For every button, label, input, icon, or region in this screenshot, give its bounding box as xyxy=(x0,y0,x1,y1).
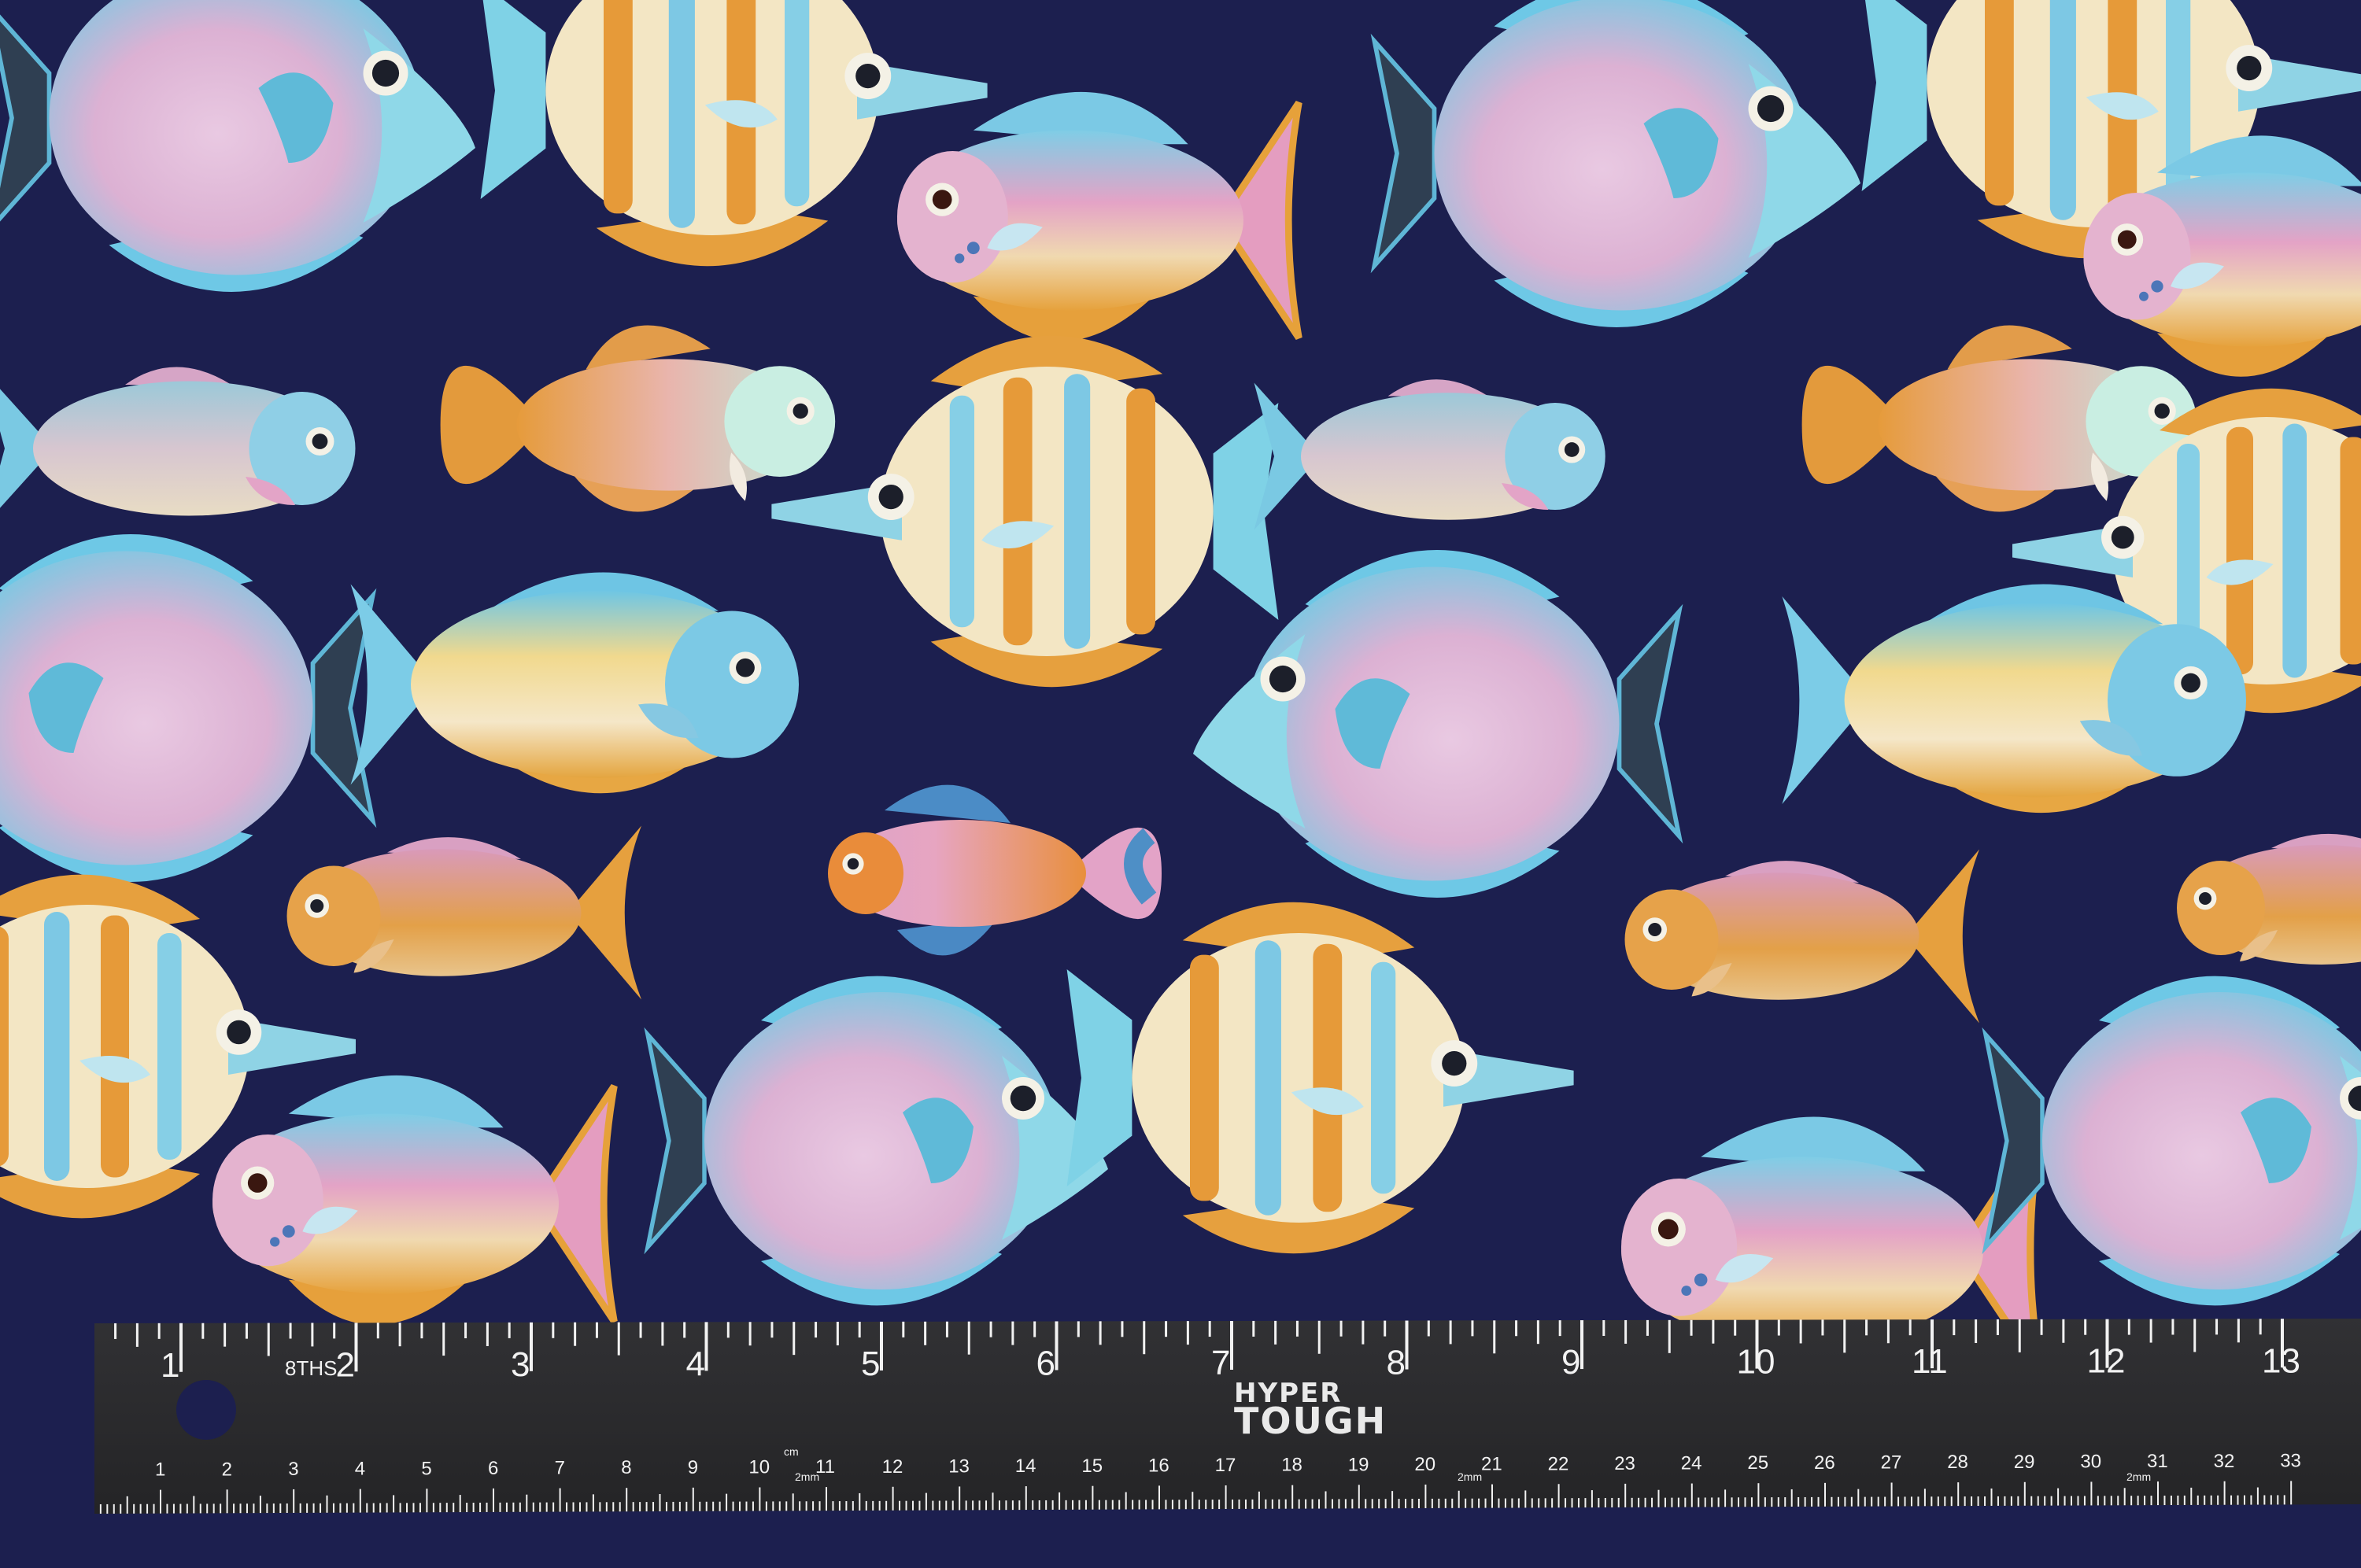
inch-label: 9 xyxy=(1561,1343,1580,1382)
inch-label: 2 xyxy=(336,1345,355,1384)
cm-label: 6 xyxy=(488,1458,498,1479)
inch-label: 6 xyxy=(1036,1345,1055,1383)
inch-label: 7 xyxy=(1211,1344,1230,1382)
cm-label: 14 xyxy=(1015,1455,1036,1477)
inch-label: 3 xyxy=(511,1345,530,1384)
fabric-photo: 1 2 3 4 5 6 7 8 9 10 11 12 13 1 2 3 4 5 6 7 8 9 10 11 12 13 14 15 16… xyxy=(0,0,2361,1568)
cm-label: 23 xyxy=(1614,1453,1635,1474)
cm-label: 4 xyxy=(355,1459,365,1480)
cm-label: 24 xyxy=(1681,1453,1702,1474)
cm-label: 1 xyxy=(155,1459,165,1481)
cm-label: 12 xyxy=(882,1456,903,1478)
ruler-eighths-label: 8THS xyxy=(285,1356,337,1380)
cm-label: 5 xyxy=(421,1458,431,1479)
cm-label: 30 xyxy=(2080,1451,2101,1472)
cm-label: 28 xyxy=(1947,1452,1968,1473)
ruler: 1 2 3 4 5 6 7 8 9 10 11 12 131 2 3 4 5 6 7 8 9 10 11 12 13 14 15 16… xyxy=(94,1319,2361,1514)
cm-label: 10 xyxy=(748,1457,770,1478)
cm-label: 18 xyxy=(1281,1455,1302,1476)
cm-label: 26 xyxy=(1814,1452,1835,1474)
cm-label: 22 xyxy=(1548,1453,1569,1474)
ruler-brand-bottom: TOUGH xyxy=(1234,1400,1387,1442)
cm-label: 19 xyxy=(1348,1454,1369,1475)
cm-label: 7 xyxy=(555,1458,565,1479)
inch-label: 13 xyxy=(2262,1341,2300,1380)
cm-label: 17 xyxy=(1215,1455,1236,1476)
inch-label: 5 xyxy=(861,1345,880,1383)
cm-label: 13 xyxy=(948,1455,970,1477)
ruler-mm-label-2: 2mm xyxy=(1458,1470,1482,1483)
inch-label: 8 xyxy=(1387,1344,1406,1382)
cm-label: 31 xyxy=(2147,1451,2168,1472)
ruler-hang-hole xyxy=(176,1380,236,1440)
cm-label: 3 xyxy=(288,1459,298,1480)
inch-label: 10 xyxy=(1737,1343,1775,1382)
cm-label: 21 xyxy=(1481,1454,1502,1475)
ruler-mm-label: 2mm xyxy=(795,1470,819,1483)
fabric-canvas: 1 2 3 4 5 6 7 8 9 10 11 12 131 2 3 4 5 6 7 8 9 10 11 12 13 14 15 16… xyxy=(0,0,2361,1568)
ruler-mm-label-3: 2mm xyxy=(2126,1470,2151,1483)
cm-label: 32 xyxy=(2214,1451,2235,1472)
cm-label: 16 xyxy=(1148,1455,1169,1476)
cm-label: 8 xyxy=(621,1457,631,1478)
cm-label: 20 xyxy=(1414,1454,1435,1475)
cm-label: 9 xyxy=(688,1457,698,1478)
inch-label: 12 xyxy=(2087,1342,2126,1381)
cm-label: 33 xyxy=(2280,1450,2301,1471)
inch-label: 11 xyxy=(1912,1342,1948,1381)
ruler-cm-label: cm xyxy=(784,1445,799,1458)
inch-label: 4 xyxy=(686,1345,705,1383)
inch-label: 1 xyxy=(161,1346,179,1385)
cm-label: 2 xyxy=(222,1459,232,1480)
cm-label: 25 xyxy=(1747,1452,1768,1474)
cm-label: 15 xyxy=(1081,1455,1103,1477)
cm-label: 29 xyxy=(2014,1452,2035,1473)
cm-label: 27 xyxy=(1881,1452,1902,1474)
